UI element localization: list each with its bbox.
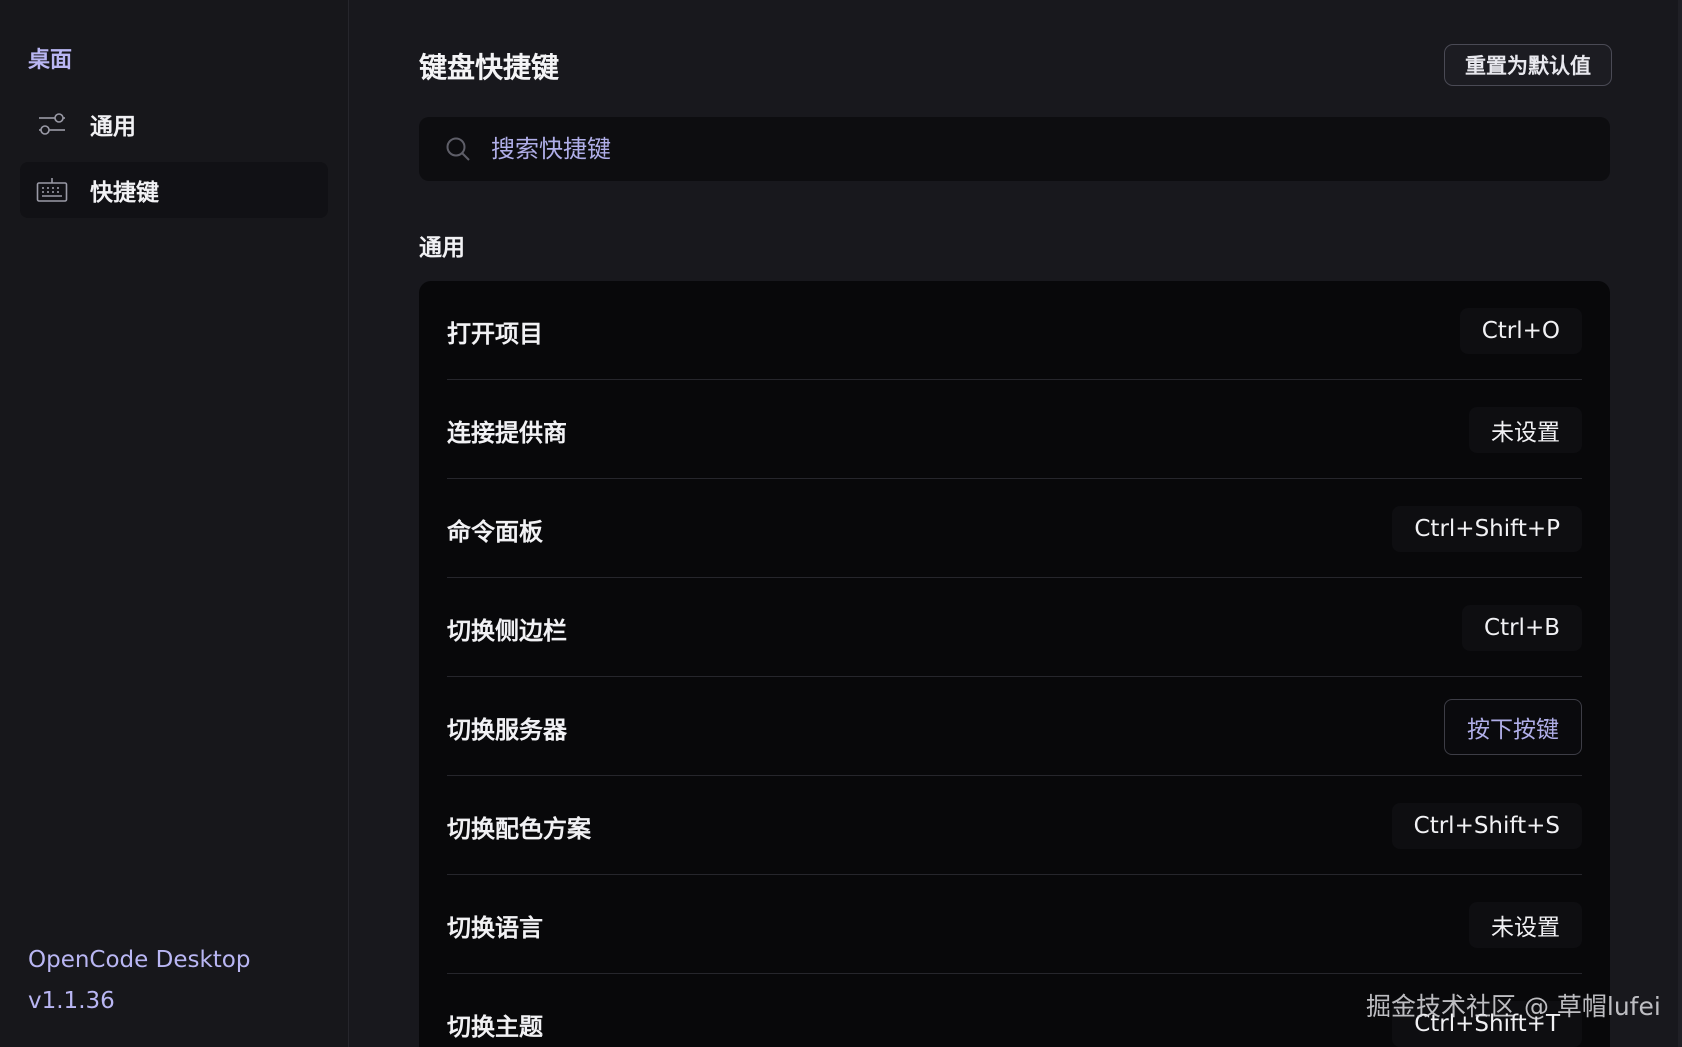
sidebar-item-general[interactable]: 通用 bbox=[20, 96, 328, 152]
sidebar: 桌面 通用 快捷键 OpenCode Desktop v1.1.36 bbox=[0, 0, 349, 1047]
sidebar-item-label: 快捷键 bbox=[90, 180, 159, 206]
shortcut-row-open-project: 打开项目 Ctrl+O bbox=[447, 281, 1582, 380]
shortcut-row-toggle-sidebar: 切换侧边栏 Ctrl+B bbox=[447, 578, 1582, 677]
page-title: 键盘快捷键 bbox=[419, 51, 560, 84]
group-title-general: 通用 bbox=[419, 235, 465, 261]
main-content: 键盘快捷键 重置为默认值 通用 打开项目 Ctrl+O 连接提供商 未设置 命令… bbox=[349, 0, 1682, 1047]
shortcut-key-chip[interactable]: Ctrl+O bbox=[1459, 308, 1582, 354]
shortcut-label: 切换语言 bbox=[447, 914, 543, 942]
shortcut-row-color-scheme: 切换配色方案 Ctrl+Shift+S bbox=[447, 776, 1582, 875]
scrollbar-track[interactable] bbox=[1678, 0, 1682, 1047]
sidebar-item-shortcuts[interactable]: 快捷键 bbox=[20, 162, 328, 218]
shortcut-key-chip[interactable]: Ctrl+Shift+P bbox=[1392, 506, 1582, 552]
shortcut-label: 连接提供商 bbox=[447, 419, 567, 447]
shortcut-label: 打开项目 bbox=[447, 320, 543, 348]
app-name: OpenCode Desktop bbox=[28, 947, 251, 973]
shortcut-key-chip[interactable]: Ctrl+Shift+S bbox=[1391, 803, 1582, 849]
shortcut-key-chip[interactable]: Ctrl+B bbox=[1462, 605, 1582, 651]
search-icon bbox=[446, 137, 470, 161]
app-window: 桌面 通用 快捷键 OpenCode Desktop v1.1.36 键盘快捷键… bbox=[0, 0, 1682, 1047]
shortcut-label: 切换服务器 bbox=[447, 716, 567, 744]
sliders-icon bbox=[36, 108, 68, 140]
sidebar-section-title: 桌面 bbox=[28, 48, 73, 73]
shortcut-label: 切换主题 bbox=[447, 1013, 543, 1041]
shortcut-row-switch-server: 切换服务器 按下按键 bbox=[447, 677, 1582, 776]
shortcut-row-language: 切换语言 未设置 bbox=[447, 875, 1582, 974]
shortcut-key-chip[interactable]: 未设置 bbox=[1469, 902, 1582, 948]
sidebar-item-label: 通用 bbox=[90, 114, 136, 140]
search-input[interactable] bbox=[489, 134, 1573, 164]
reset-defaults-button[interactable]: 重置为默认值 bbox=[1444, 44, 1612, 86]
shortcut-row-command-palette: 命令面板 Ctrl+Shift+P bbox=[447, 479, 1582, 578]
app-version: v1.1.36 bbox=[28, 988, 115, 1014]
shortcut-label: 命令面板 bbox=[447, 518, 543, 546]
keyboard-icon bbox=[36, 174, 68, 206]
shortcut-label: 切换配色方案 bbox=[447, 815, 591, 843]
watermark: 掘金技术社区 @ 草帽lufei bbox=[1366, 992, 1661, 1021]
shortcut-list: 打开项目 Ctrl+O 连接提供商 未设置 命令面板 Ctrl+Shift+P … bbox=[419, 281, 1610, 1047]
shortcut-row-connect-provider: 连接提供商 未设置 bbox=[447, 380, 1582, 479]
shortcut-key-chip[interactable]: 未设置 bbox=[1469, 407, 1582, 453]
search-bar[interactable] bbox=[419, 117, 1610, 181]
shortcut-key-recorder[interactable]: 按下按键 bbox=[1444, 699, 1582, 755]
shortcut-label: 切换侧边栏 bbox=[447, 617, 567, 645]
